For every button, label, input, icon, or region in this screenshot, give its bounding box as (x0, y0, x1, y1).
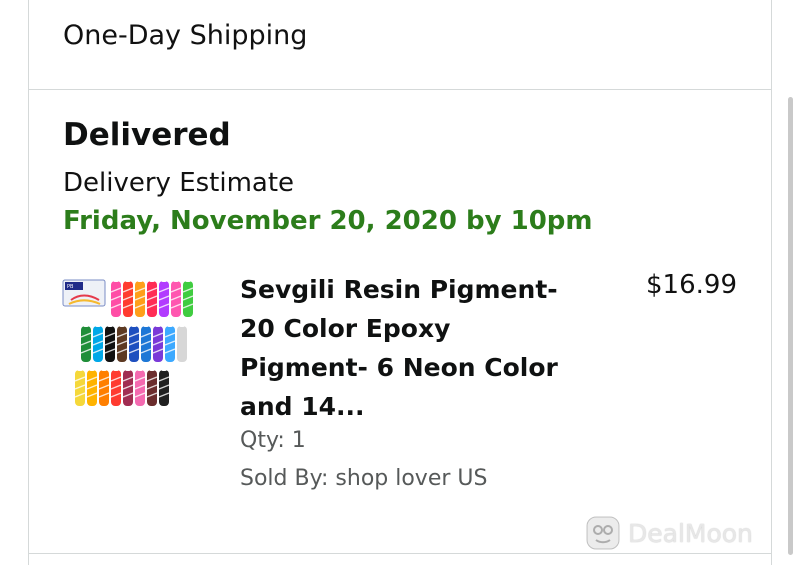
product-image[interactable]: PB (61, 270, 207, 416)
seller-info: Sold By: shop lover US (240, 466, 488, 491)
page-scrollbar[interactable] (788, 97, 793, 555)
resin-pigment-bottles-image: PB (61, 270, 207, 416)
watermark-text: DealMoon (628, 518, 753, 548)
item-quantity: Qty: 1 (240, 428, 306, 453)
shipping-method-label: One-Day Shipping (63, 20, 308, 51)
delivery-estimate-label: Delivery Estimate (63, 168, 295, 198)
dealmoon-logo-icon (586, 516, 620, 550)
next-card-edge (28, 554, 772, 565)
dealmoon-watermark: DealMoon (586, 516, 753, 550)
item-price: $16.99 (646, 270, 737, 300)
product-title-link[interactable]: Sevgili Resin Pigment- 20 Color Epoxy Pi… (240, 270, 570, 426)
svg-text:PB: PB (67, 284, 74, 290)
delivery-estimate-date: Friday, November 20, 2020 by 10pm (63, 206, 593, 236)
shipping-method-card: One-Day Shipping (28, 0, 772, 90)
delivery-status-title: Delivered (63, 117, 231, 153)
order-details-page: One-Day Shipping Delivered Delivery Esti… (0, 0, 800, 565)
delivery-status-card: Delivered Delivery Estimate Friday, Nove… (28, 90, 772, 554)
